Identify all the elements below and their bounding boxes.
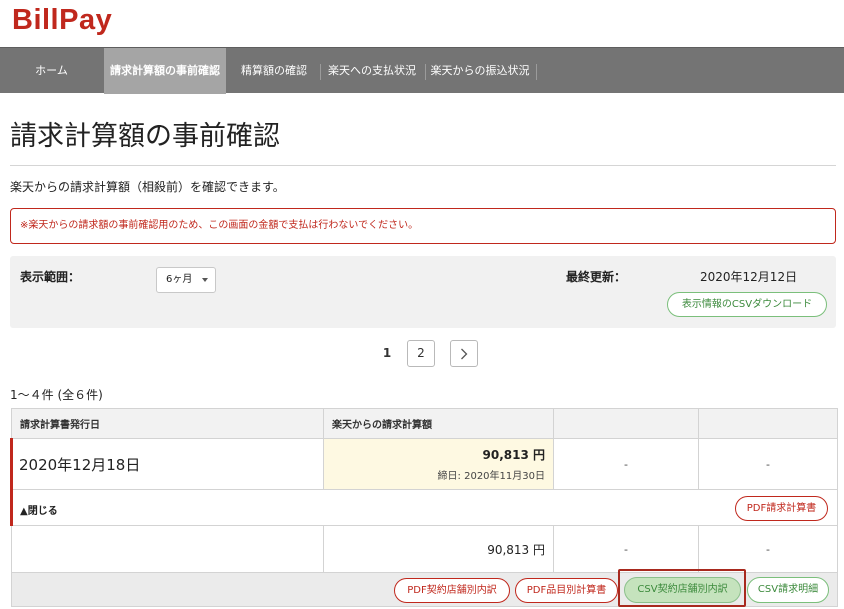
- pagination-current-page: 1: [382, 346, 392, 360]
- nav-item-home[interactable]: ホーム: [0, 48, 103, 94]
- amount-cell: 90,813 円 締日: 2020年11月30日: [323, 438, 554, 490]
- row1-col3: -: [553, 438, 699, 490]
- chevron-down-icon: [202, 278, 208, 282]
- row1-col4: -: [698, 438, 838, 490]
- pdf-item-statement-button[interactable]: PDF品目別計算書: [515, 578, 618, 603]
- nav-divider: [320, 64, 321, 80]
- page-title: 請求計算額の事前確認: [10, 121, 280, 152]
- header-issue-date: 請求計算書発行日: [11, 408, 324, 439]
- closing-date: 締日: 2020年11月30日: [437, 471, 545, 482]
- pdf-store-breakdown-button[interactable]: PDF契約店舗別内訳: [394, 578, 510, 603]
- title-divider: [10, 165, 836, 166]
- chevron-right-icon: [461, 348, 468, 360]
- pagination-next-button[interactable]: [450, 340, 478, 367]
- page-description: 楽天からの請求計算額（相殺前）を確認できます。: [10, 180, 285, 194]
- billpay-logo[interactable]: BillPay: [12, 4, 112, 37]
- nav-item-settlement[interactable]: 精算額の確認: [234, 48, 314, 94]
- range-select-value: 6ヶ月: [166, 274, 193, 285]
- last-updated-label: 最終更新：: [566, 270, 627, 284]
- pdf-invoice-button[interactable]: PDF請求計算書: [735, 496, 828, 521]
- nav-divider: [536, 64, 537, 80]
- row3-col4: -: [698, 525, 838, 573]
- issue-date-cell: 2020年12月18日: [10, 438, 324, 490]
- close-toggle[interactable]: ▲閉じる: [20, 502, 58, 517]
- main-nav: ホーム 請求計算額の事前確認 精算額の確認 楽天への支払状況 楽天からの振込状況: [0, 47, 844, 94]
- row-actions-cell: ▲閉じる: [10, 489, 838, 526]
- nav-item-payment-status[interactable]: 楽天への支払状況: [322, 48, 422, 94]
- csv-download-button[interactable]: 表示情報のCSVダウンロード: [667, 292, 827, 317]
- range-label: 表示範囲：: [20, 270, 81, 284]
- table-row: 90,813 円 - -: [11, 525, 838, 573]
- last-updated-value: 2020年12月12日: [700, 270, 798, 284]
- header-col4: [698, 408, 838, 439]
- table-header-row: 請求計算書発行日 楽天からの請求計算額: [11, 408, 838, 439]
- csv-store-breakdown-button[interactable]: CSV契約店舗別内訳: [624, 577, 741, 603]
- row3-col1: [11, 525, 324, 573]
- result-count: 1～４件 (全６件): [10, 388, 103, 402]
- nav-item-transfer-status[interactable]: 楽天からの振込状況: [427, 48, 533, 94]
- row3-col3: -: [553, 525, 699, 573]
- invoice-amount: 90,813 円: [482, 448, 546, 462]
- header-col3: [553, 408, 699, 439]
- nav-divider: [425, 64, 426, 80]
- pagination-page-2[interactable]: 2: [407, 340, 435, 367]
- row3-amount: 90,813 円: [323, 525, 554, 573]
- table-row: ▲閉じる: [10, 489, 838, 526]
- nav-item-invoice-preview[interactable]: 請求計算額の事前確認: [104, 48, 226, 94]
- header-invoice-amount: 楽天からの請求計算額: [323, 408, 554, 439]
- table-row: 2020年12月18日 90,813 円 締日: 2020年11月30日 - -: [10, 438, 838, 490]
- csv-invoice-detail-button[interactable]: CSV請求明細: [747, 577, 829, 603]
- range-select[interactable]: 6ヶ月: [156, 267, 216, 293]
- warning-alert: ※楽天からの請求額の事前確認用のため、この画面の金額で支払は行わないでください。: [10, 208, 836, 244]
